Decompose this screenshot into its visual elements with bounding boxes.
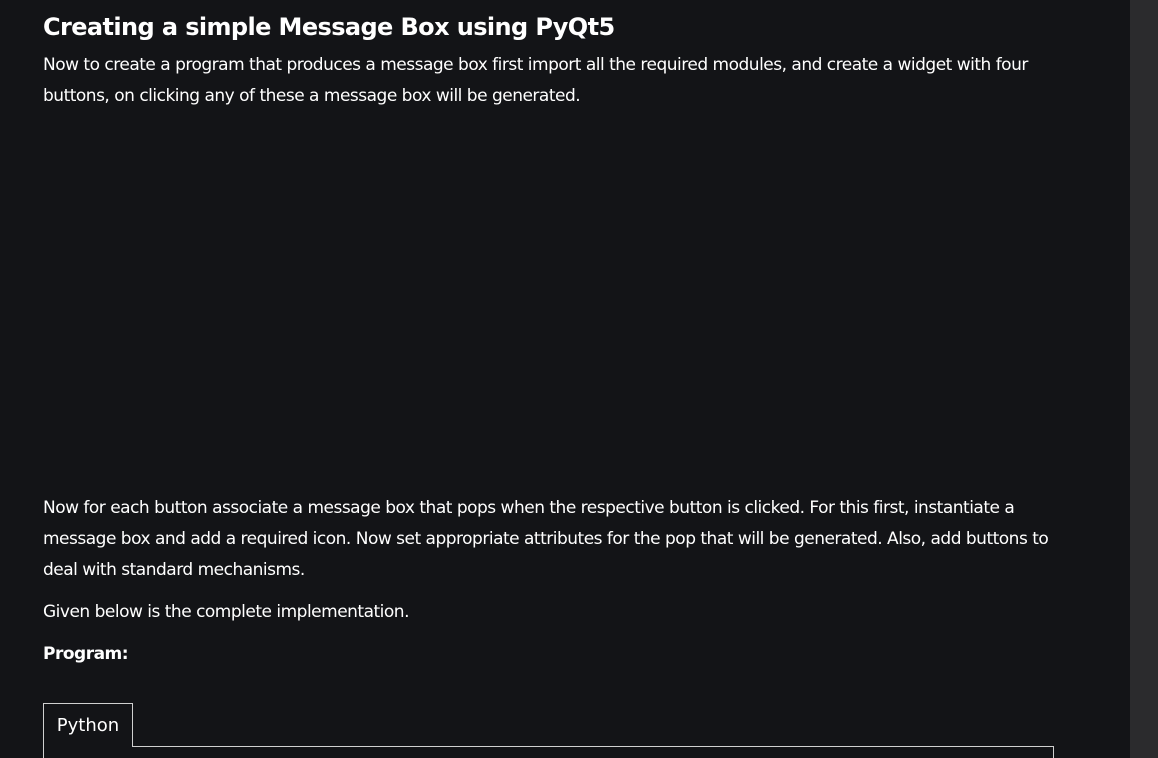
blank-ad-space <box>43 120 1053 480</box>
intro-paragraph: Now to create a program that produces a … <box>43 55 1028 106</box>
article-title: Creating a simple Message Box using PyQt… <box>43 13 615 41</box>
vertical-scrollbar[interactable] <box>1130 0 1158 758</box>
instructions-paragraph: Now for each button associate a message … <box>43 498 1049 580</box>
code-panel <box>43 746 1054 758</box>
tab-python[interactable]: Python <box>43 703 133 747</box>
program-label: Program: <box>43 644 129 664</box>
implementation-intro: Given below is the complete implementati… <box>43 602 409 622</box>
